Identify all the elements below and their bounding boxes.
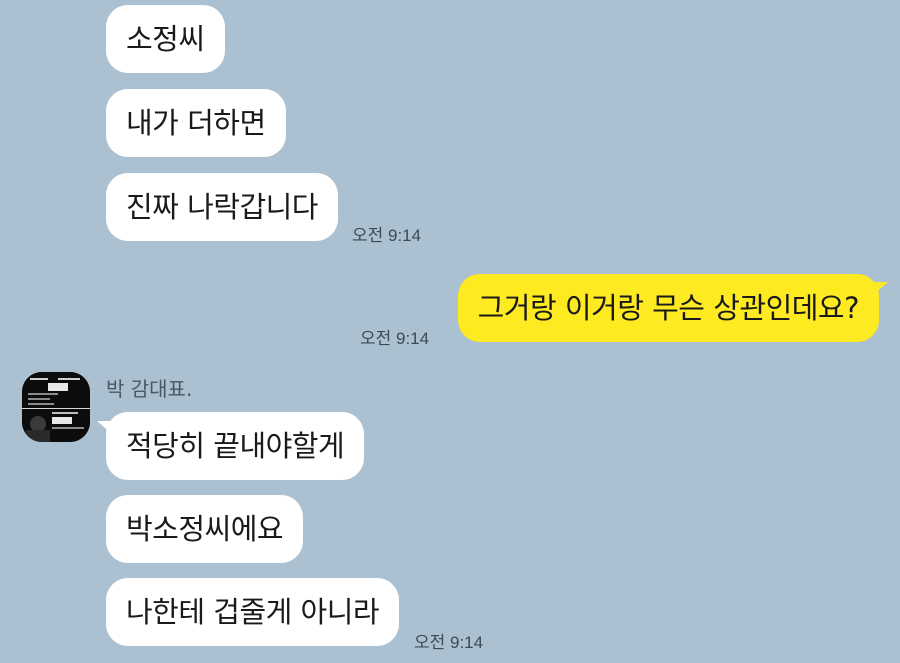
message-bubble[interactable]: 나한테 겁줄게 아니라 xyxy=(106,578,400,646)
message-timestamp: 오전 9:14 xyxy=(352,226,422,245)
outgoing-message-bubble[interactable]: 그거랑 이거랑 무슨 상관인데요? xyxy=(457,274,889,342)
message-bubble[interactable]: 내가 더하면 xyxy=(106,89,286,157)
message-bubble[interactable]: 소정씨 xyxy=(106,5,225,73)
message-text: 박소정씨에요 xyxy=(126,512,284,546)
profile-avatar[interactable] xyxy=(22,372,90,442)
message-bubble[interactable]: 진짜 나락갑니다 xyxy=(106,173,338,241)
message-text: 적당히 끝내야할게 xyxy=(126,429,345,463)
message-text: 소정씨 xyxy=(126,22,205,56)
message-bubble[interactable]: 박소정씨에요 xyxy=(106,495,304,563)
message-text: 내가 더하면 xyxy=(126,106,266,140)
message-bubble[interactable]: 적당히 끝내야할게 xyxy=(96,412,365,480)
message-timestamp: 오전 9:14 xyxy=(360,329,430,348)
message-text: 진짜 나락갑니다 xyxy=(126,190,318,224)
sender-name: 박 감대표. xyxy=(106,377,193,401)
profile-image-icon xyxy=(22,372,90,442)
message-text: 나한테 겁줄게 아니라 xyxy=(126,595,380,629)
message-text: 그거랑 이거랑 무슨 상관인데요? xyxy=(477,291,860,325)
message-timestamp: 오전 9:14 xyxy=(414,633,484,652)
